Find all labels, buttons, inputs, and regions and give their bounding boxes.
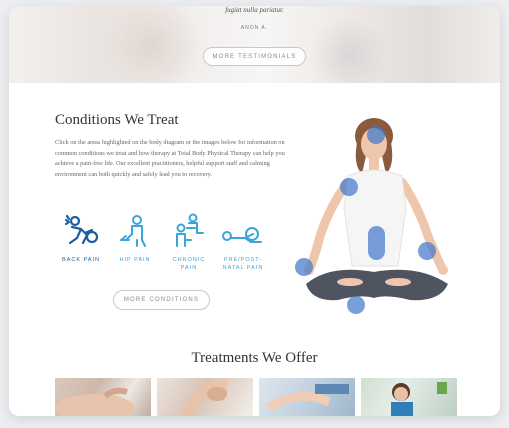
condition-hip-pain[interactable]: HIP PAIN	[110, 212, 160, 264]
chronic-pain-icon	[176, 213, 204, 247]
hotspot-shoulder[interactable]	[340, 178, 358, 196]
condition-back-pain[interactable]: BACK PAIN	[56, 212, 106, 264]
condition-natal-pain[interactable]: PRE/POST-NATAL PAIN	[218, 212, 268, 272]
hotspot-left-hand[interactable]	[295, 258, 313, 276]
hotspot-knee[interactable]	[347, 296, 365, 314]
condition-chronic-pain[interactable]: CHRONIC PAIN	[164, 212, 214, 272]
more-testimonials-button[interactable]: MORE TESTIMONIALS	[203, 47, 306, 66]
testimonial-author: ANON A.	[240, 25, 269, 31]
page-card: fugiat nulla pariatur. ANON A. MORE TEST…	[9, 6, 500, 416]
yoga-woman-figure	[304, 118, 448, 301]
conditions-title: Conditions We Treat	[55, 112, 179, 128]
knee-therapy-photo[interactable]	[157, 378, 253, 416]
condition-label: BACK PAIN	[62, 257, 100, 263]
testimonial-hero: fugiat nulla pariatur. ANON A. MORE TEST…	[9, 6, 500, 83]
conditions-description: Click on the areas highlighted on the bo…	[55, 139, 285, 178]
back-pain-icon	[64, 214, 99, 245]
hotspot-head[interactable]	[367, 126, 385, 144]
hip-pain-icon	[120, 215, 146, 247]
condition-label: HIP PAIN	[119, 257, 151, 263]
back-massage-photo[interactable]	[55, 378, 151, 416]
hotspot-torso[interactable]	[368, 226, 385, 260]
hotspot-right-hand[interactable]	[418, 242, 436, 260]
natal-pain-icon	[222, 227, 262, 243]
treatments-title: Treatments We Offer	[191, 350, 318, 366]
testimonial-quote: fugiat nulla pariatur.	[225, 6, 284, 14]
body-diagram	[290, 116, 460, 316]
rehab-patient-photo[interactable]	[361, 378, 457, 416]
condition-label: PRE/POST-NATAL PAIN	[222, 257, 264, 271]
more-conditions-button[interactable]: MORE CONDITIONS	[113, 290, 210, 310]
hand-therapy-photo[interactable]	[259, 378, 355, 416]
condition-label: CHRONIC PAIN	[172, 257, 206, 271]
